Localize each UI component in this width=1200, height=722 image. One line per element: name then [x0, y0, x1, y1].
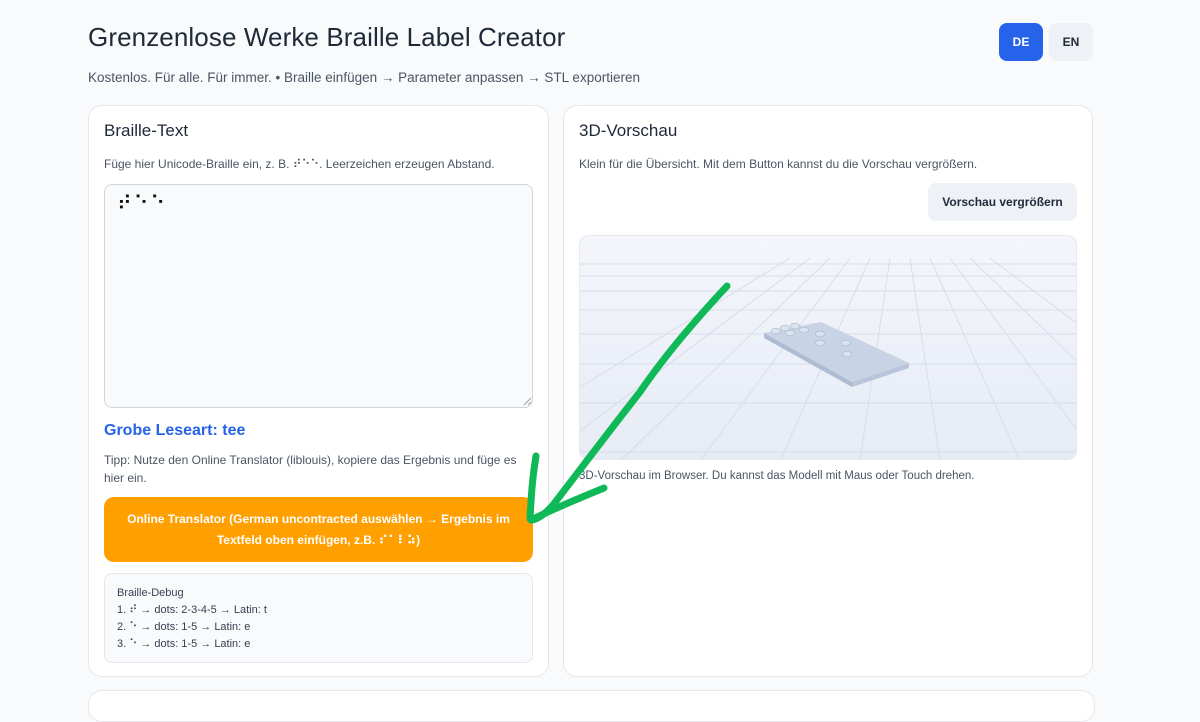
online-translator-button[interactable]: Online Translator (German uncontracted a… — [104, 497, 533, 562]
language-de-button[interactable]: DE — [999, 23, 1043, 61]
enlarge-preview-button[interactable]: Vorschau vergrößern — [928, 183, 1077, 221]
resize-grip-icon[interactable] — [522, 396, 532, 406]
braille-text-input[interactable]: ⠞⠑⠑ — [104, 184, 533, 408]
debug-line: 1. ⠞ → dots: 2-3-4-5 → Latin: t — [117, 604, 267, 616]
braille-debug-panel: Braille-Debug 1. ⠞ → dots: 2-3-4-5 → Lat… — [104, 573, 533, 663]
translator-tip: Tipp: Nutze den Online Translator (liblo… — [104, 453, 517, 485]
preview-card-title: 3D-Vorschau — [579, 121, 678, 140]
next-section-card — [88, 690, 1095, 722]
page-header: Grenzenlose Werke Braille Label Creator … — [88, 22, 1093, 85]
braille-plate-model — [764, 322, 909, 387]
page-subtitle: Kostenlos. Für alle. Für immer. • Braill… — [88, 70, 640, 85]
braille-card-title: Braille-Text — [104, 121, 189, 140]
preview-card-description: Klein für die Übersicht. Mit dem Button … — [579, 157, 978, 171]
debug-line: 3. ⠑ → dots: 1-5 → Latin: e — [117, 638, 251, 650]
page-title: Grenzenlose Werke Braille Label Creator — [88, 22, 566, 52]
rough-reading: Grobe Leseart: tee — [104, 422, 246, 439]
braille-text-card: Braille-Text Füge hier Unicode-Braille e… — [88, 105, 549, 677]
debug-title: Braille-Debug — [117, 587, 184, 599]
language-en-button[interactable]: EN — [1049, 23, 1093, 61]
preview-card: 3D-Vorschau Klein für die Übersicht. Mit… — [563, 105, 1093, 677]
preview-note: 3D-Vorschau im Browser. Du kannst das Mo… — [579, 470, 975, 482]
3d-preview-viewport[interactable] — [579, 235, 1077, 460]
debug-line: 2. ⠑ → dots: 1-5 → Latin: e — [117, 621, 251, 633]
language-switcher: DE EN — [999, 23, 1093, 61]
3d-scene[interactable] — [580, 236, 1077, 460]
braille-card-description: Füge hier Unicode-Braille ein, z. B. ⠞⠑⠑… — [104, 157, 495, 171]
